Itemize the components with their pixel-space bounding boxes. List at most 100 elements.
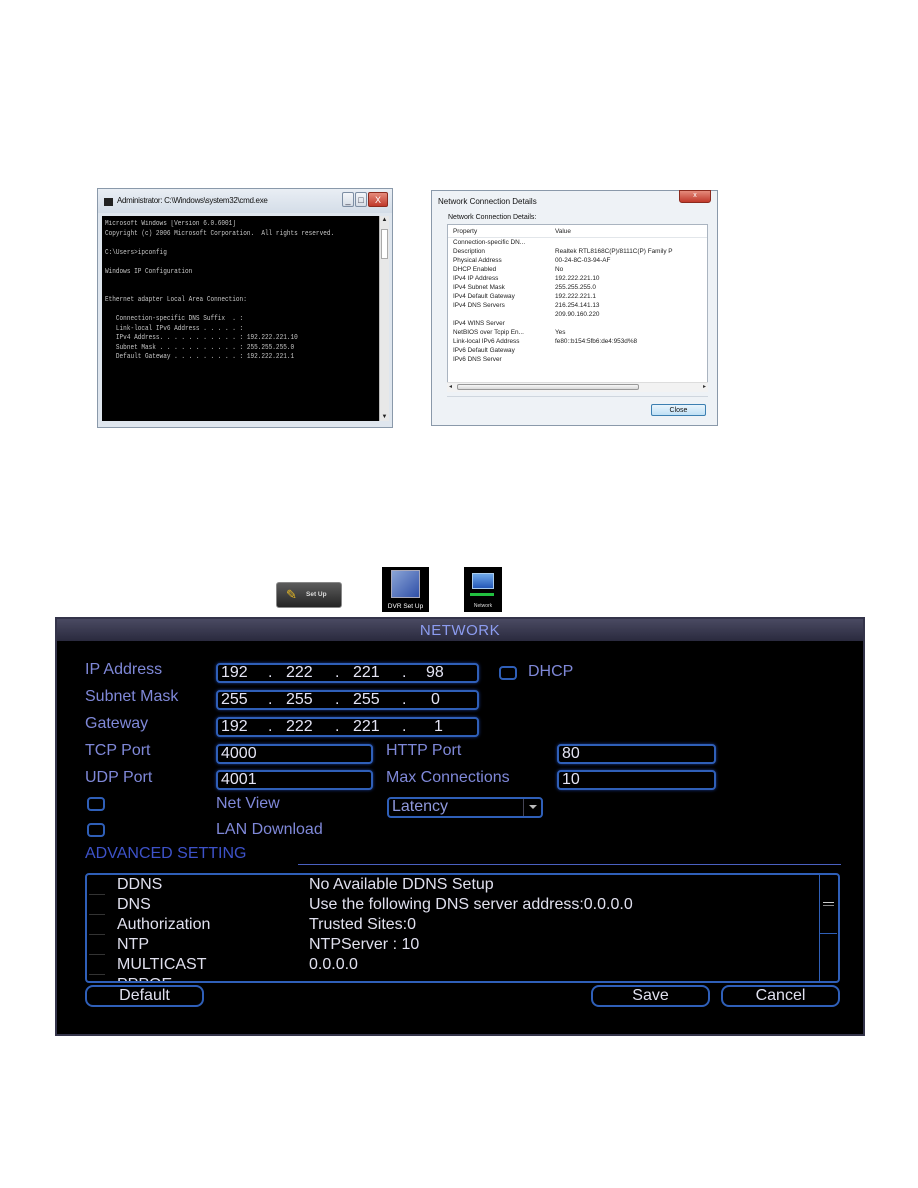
property-cell: IPv6 Default Gateway (453, 347, 515, 354)
advanced-list-scrollbar[interactable] (819, 875, 838, 981)
value-cell: Realtek RTL8168C(P)/8111C(P) Family P (555, 248, 673, 255)
details-row[interactable]: Description Realtek RTL8168C(P)/8111C(P) … (448, 248, 707, 257)
gateway-octet-3[interactable]: 221 (353, 718, 380, 736)
details-row[interactable]: Connection-specific DN... (448, 239, 707, 248)
column-property[interactable]: Property (453, 228, 477, 235)
advanced-divider (298, 864, 841, 865)
default-button[interactable]: Default (85, 985, 204, 1007)
scroll-down-icon[interactable]: ▼ (380, 414, 389, 420)
chevron-down-icon[interactable] (523, 799, 541, 816)
advanced-row-authorization[interactable]: Authorization Trusted Sites:0 (87, 916, 822, 936)
details-list[interactable]: Property Value Connection-specific DN...… (447, 224, 708, 392)
net-view-mode-select[interactable]: Latency (387, 797, 543, 818)
property-cell: DHCP Enabled (453, 266, 497, 273)
value-cell: Yes (555, 329, 566, 336)
net-view-checkbox[interactable] (87, 797, 105, 811)
mask-octet-1[interactable]: 255 (221, 691, 248, 709)
network-icon[interactable]: Network (464, 567, 502, 612)
console-line: C:\Users>ipconfig (105, 248, 167, 257)
cmd-title-bar[interactable]: Administrator: C:\Windows\system32\cmd.e… (98, 189, 392, 213)
scroll-left-icon[interactable]: ◂ (449, 383, 452, 390)
scroll-up-icon[interactable]: ▲ (380, 217, 389, 223)
ip-octet-1[interactable]: 192 (221, 664, 248, 682)
details-row[interactable]: IPv4 WINS Server (448, 320, 707, 329)
details-row[interactable]: DHCP Enabled No (448, 266, 707, 275)
details-row[interactable]: IPv6 DNS Server (448, 356, 707, 365)
scroll-thumb[interactable] (457, 384, 639, 390)
minimize-button[interactable]: _ (342, 192, 354, 207)
property-cell: NetBIOS over Tcpip En... (453, 329, 524, 336)
http-port-label: HTTP Port (386, 742, 462, 759)
gateway-field[interactable]: 192 . 222 . 221 . 1 (216, 717, 479, 737)
value-cell: 192.222.221.1 (555, 293, 596, 300)
details-row[interactable]: IPv4 IP Address 192.222.221.10 (448, 275, 707, 284)
close-button[interactable]: X (368, 192, 388, 207)
scroll-thumb[interactable] (820, 875, 837, 934)
maximize-button[interactable]: □ (355, 192, 367, 207)
advanced-row-ddns[interactable]: DDNS No Available DDNS Setup (87, 876, 822, 896)
setting-value: NTPServer : 10 (309, 936, 420, 953)
gateway-octet-2[interactable]: 222 (286, 718, 313, 736)
mask-octet-2[interactable]: 255 (286, 691, 313, 709)
advanced-setting-heading: ADVANCED SETTING (85, 845, 247, 862)
http-port-field[interactable]: 80 (557, 744, 716, 764)
details-row[interactable]: IPv4 DNS Servers 216.254.141.13 (448, 302, 707, 311)
gears-icon (391, 570, 420, 598)
details-row[interactable]: IPv4 Default Gateway 192.222.221.1 (448, 293, 707, 302)
scroll-thumb[interactable] (381, 229, 388, 259)
mask-octet-3[interactable]: 255 (353, 691, 380, 709)
lan-download-checkbox[interactable] (87, 823, 105, 837)
ip-address-field[interactable]: 192 . 222 . 221 . 98 (216, 663, 479, 683)
ip-octet-2[interactable]: 222 (286, 664, 313, 682)
dialog-close-icon[interactable]: x (679, 190, 711, 203)
setting-value: No Available DDNS Setup (309, 876, 494, 893)
details-row[interactable]: Physical Address 00-24-8C-03-94-AF (448, 257, 707, 266)
property-cell: IPv4 Subnet Mask (453, 284, 505, 291)
gateway-octet-4[interactable]: 1 (434, 718, 443, 736)
subnet-mask-field[interactable]: 255 . 255 . 255 . 0 (216, 690, 479, 710)
property-cell: IPv4 Default Gateway (453, 293, 515, 300)
save-button[interactable]: Save (591, 985, 710, 1007)
cable-icon (470, 593, 494, 596)
setting-name: PPPOE (117, 976, 172, 981)
column-value[interactable]: Value (555, 228, 571, 235)
value-cell: 216.254.141.13 (555, 302, 600, 309)
ip-octet-3[interactable]: 221 (353, 664, 380, 682)
dhcp-checkbox[interactable] (499, 666, 517, 680)
panel-title-bar: NETWORK (57, 619, 863, 641)
advanced-row-multicast[interactable]: MULTICAST 0.0.0.0 (87, 956, 822, 976)
wrench-icon: ✎ (286, 587, 297, 602)
close-button[interactable]: Close (651, 404, 706, 416)
row-marker (89, 894, 105, 895)
console-line: Subnet Mask . . . . . . . . . . . : 255.… (105, 343, 295, 352)
dvr-setup-icon[interactable]: DVR Set Up (382, 567, 429, 612)
value-cell: 00-24-8C-03-94-AF (555, 257, 611, 264)
network-settings-panel: NETWORK IP Address 192 . 222 . 221 . 98 … (55, 617, 865, 1036)
setting-name: MULTICAST (117, 956, 207, 973)
cmd-scrollbar[interactable]: ▲ ▼ (379, 216, 389, 421)
advanced-settings-list[interactable]: PPPOEMULTICAST0.0.0.0NTPNTPServer : 10Au… (85, 873, 840, 983)
advanced-row-pppoe[interactable]: PPPOE (87, 976, 822, 981)
horizontal-scrollbar[interactable]: ◂ ▸ (447, 382, 708, 392)
details-row[interactable]: IPv4 Subnet Mask 255.255.255.0 (448, 284, 707, 293)
ip-octet-4[interactable]: 98 (426, 664, 444, 682)
cancel-button[interactable]: Cancel (721, 985, 840, 1007)
tcp-port-field[interactable]: 4000 (216, 744, 373, 764)
setup-menu-button[interactable]: ✎ Set Up (276, 582, 342, 608)
advanced-row-ntp[interactable]: NTP NTPServer : 10 (87, 936, 822, 956)
cmd-icon (104, 198, 113, 206)
advanced-row-dns[interactable]: DNS Use the following DNS server address:… (87, 896, 822, 916)
cmd-console[interactable]: Microsoft Windows [Version 6.0.6001] Cop… (102, 216, 379, 421)
console-line: Copyright (c) 2006 Microsoft Corporation… (105, 229, 335, 238)
details-row[interactable]: NetBIOS over Tcpip En... Yes (448, 329, 707, 338)
details-row[interactable]: 209.90.160.220 (448, 311, 707, 320)
max-connections-field[interactable]: 10 (557, 770, 716, 790)
details-row[interactable]: Link-local IPv6 Address fe80::b154:5fb6:d… (448, 338, 707, 347)
udp-port-value: 4001 (221, 771, 257, 788)
details-row[interactable]: IPv6 Default Gateway (448, 347, 707, 356)
udp-port-field[interactable]: 4001 (216, 770, 373, 790)
gateway-octet-1[interactable]: 192 (221, 718, 248, 736)
mask-octet-4[interactable]: 0 (431, 691, 440, 709)
scroll-right-icon[interactable]: ▸ (703, 383, 706, 390)
list-header: Property Value (448, 225, 707, 238)
